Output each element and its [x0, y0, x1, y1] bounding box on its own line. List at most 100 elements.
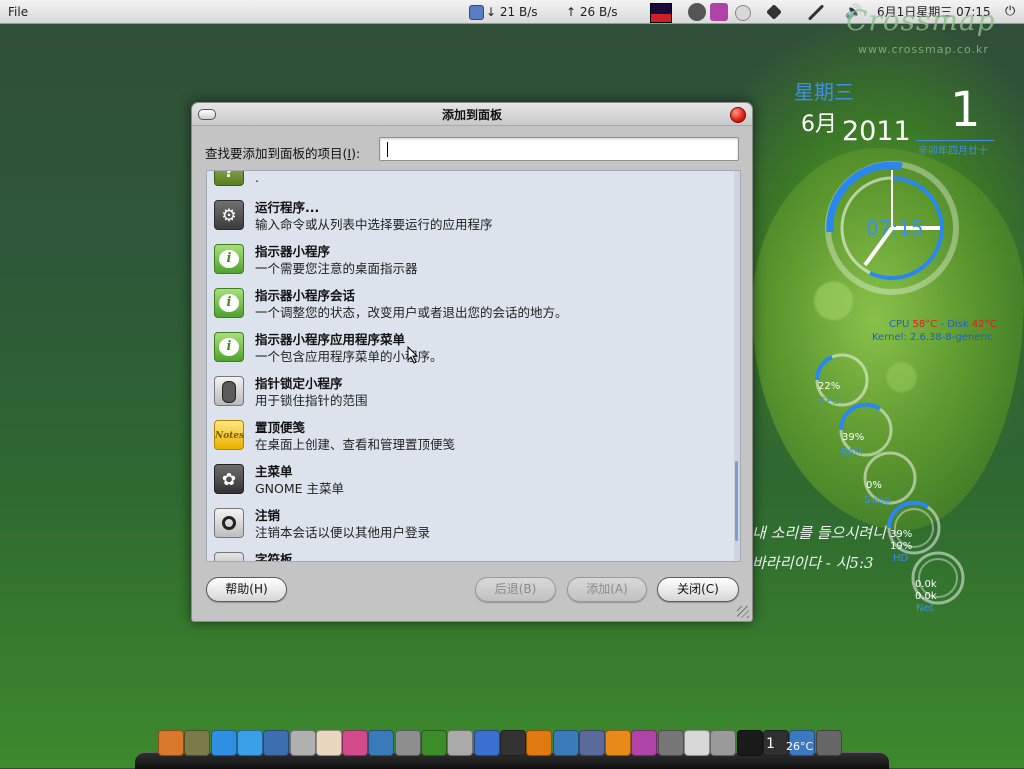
search-input[interactable]	[379, 137, 739, 161]
clock-time: 07:15	[866, 216, 924, 240]
logout-icon	[214, 508, 244, 538]
text-editor-icon[interactable]	[684, 730, 710, 756]
korean-verse-line-1: 내 소리를 들으시려니	[752, 524, 886, 542]
calendar-divider	[916, 140, 994, 141]
vlc-icon[interactable]	[526, 730, 552, 756]
net-down-speed: ↓ 21 B/s	[486, 0, 538, 24]
calculator-icon[interactable]	[395, 730, 421, 756]
dropbox-icon[interactable]	[766, 4, 782, 20]
system-monitor-icon[interactable]	[650, 3, 672, 23]
list-item[interactable]: ⚙ 运行程序... 输入命令或从列表中选择要运行的应用程序	[207, 193, 735, 237]
trash-count: 0	[738, 740, 745, 753]
list-item[interactable]: 指针锁定小程序 用于锁住指针的范围	[207, 369, 735, 413]
calendar-day: 1	[950, 82, 981, 138]
net-up-speed: ↑ 26 B/s	[566, 0, 618, 24]
help-icon[interactable]	[474, 730, 500, 756]
calendar-year: 2011	[842, 116, 911, 147]
net-down-value: 21 B/s	[499, 5, 538, 19]
search-label-text: 查找要添加到面板的项目(	[205, 146, 348, 161]
add-to-panel-dialog: 添加到面板 查找要添加到面板的项目(I): ? . ⚙ 运行程序... 输入命令…	[191, 102, 753, 622]
firefox-icon[interactable]	[158, 730, 184, 756]
messaging-icon[interactable]	[631, 730, 657, 756]
item-desc: GNOME 主菜单	[255, 481, 345, 496]
dialog-titlebar[interactable]: 添加到面板	[192, 103, 752, 126]
clock-icon[interactable]	[735, 5, 751, 21]
item-desc: .	[255, 170, 259, 185]
cpu-meter-pct: 22%	[818, 381, 841, 392]
item-desc: 在桌面上创建、查看和管理置顶便笺	[255, 437, 456, 452]
kernel-version: Kernel: 2.6.38-8-generic	[872, 332, 993, 343]
item-name: 字符板	[255, 552, 293, 562]
close-window-icon[interactable]	[730, 107, 746, 123]
add-button[interactable]: 添加(A)	[567, 577, 647, 602]
net-meter-label: Net	[916, 603, 934, 614]
text-caret	[387, 142, 388, 157]
back-button[interactable]: 后退(B)	[475, 577, 556, 602]
list-item[interactable]: i 指示器小程序应用程序菜单 一个包含应用程序菜单的小程序。	[207, 325, 735, 369]
list-item[interactable]: ✿ 主菜单 GNOME 主菜单	[207, 457, 735, 501]
rss-icon[interactable]	[605, 730, 631, 756]
net-up-value: 26 B/s	[579, 5, 618, 19]
paint-icon[interactable]	[342, 730, 368, 756]
scrollbar-thumb[interactable]	[735, 461, 738, 541]
power-icon[interactable]: ⏻	[1005, 0, 1015, 24]
update-icon[interactable]	[688, 3, 706, 21]
sticky-note-icon: Notes	[214, 420, 244, 450]
brush-icon[interactable]	[807, 4, 825, 21]
monitor-icon[interactable]	[553, 730, 579, 756]
search-label-suffix: ):	[351, 146, 361, 161]
indicator-icon: i	[214, 332, 244, 362]
feather-icon[interactable]	[237, 730, 263, 756]
calendar-weekday: 星期三	[794, 80, 854, 104]
dictionary-icon[interactable]	[263, 730, 289, 756]
network-icon[interactable]	[469, 5, 484, 20]
list-item[interactable]: 注销 注销本会话以便以其他用户登录	[207, 501, 735, 545]
close-button[interactable]: 关闭(C)	[657, 577, 739, 602]
disk-temp-label: Disk	[947, 319, 969, 330]
list-item[interactable]: i 指示器小程序会话 一个调整您的状态，改变用户或者退出您的会话的地方。	[207, 281, 735, 325]
search-label: 查找要添加到面板的项目(I):	[205, 143, 360, 162]
item-desc: 一个调整您的状态，改变用户或者退出您的会话的地方。	[255, 305, 568, 320]
crosshair-icon[interactable]	[290, 730, 316, 756]
help-button[interactable]: 帮助(H)	[206, 577, 287, 602]
calendar-month: 6月	[801, 112, 837, 137]
messaging-icon[interactable]	[710, 3, 728, 21]
ram-meter-pct: 39%	[842, 432, 865, 443]
resize-grip[interactable]	[737, 606, 749, 618]
arrow-up-icon: ↑	[566, 5, 577, 19]
weather-temperature[interactable]: 26°C	[786, 740, 813, 753]
list-item[interactable]: ? .	[207, 170, 735, 193]
arrow-down-icon: ↓	[486, 5, 497, 19]
cube-icon[interactable]	[421, 730, 447, 756]
applet-list[interactable]: ? . ⚙ 运行程序... 输入命令或从列表中选择要运行的应用程序 i 指示器小…	[206, 170, 741, 562]
mouse-icon	[214, 376, 244, 406]
net-meter-pct: 0.0k	[915, 579, 937, 590]
app-icon[interactable]	[579, 730, 605, 756]
list-item[interactable]: Notes 置顶便笺 在桌面上创建、查看和管理置顶便笺	[207, 413, 735, 457]
gnome-foot-icon: ✿	[214, 464, 244, 494]
trash-icon[interactable]	[710, 730, 736, 756]
swap-meter-pct: 0%	[866, 480, 882, 491]
korean-verse-line-2: 바라리이다 - 시5:3	[752, 554, 874, 572]
eyes-icon[interactable]	[316, 730, 342, 756]
item-desc: 一个需要您注意的桌面指示器	[255, 261, 418, 276]
dialog-title: 添加到面板	[441, 108, 502, 122]
net-meter-pct-2: 0.0k	[915, 591, 937, 602]
item-desc: 用于锁住指针的范围	[255, 393, 368, 408]
printer-icon[interactable]	[447, 730, 473, 756]
gnome-icon[interactable]	[658, 730, 684, 756]
speaker-icon[interactable]	[500, 730, 526, 756]
workspace-number[interactable]: 1	[766, 736, 775, 752]
list-item[interactable]: A 字符板	[207, 545, 735, 562]
list-item[interactable]: i 指示器小程序 一个需要您注意的桌面指示器	[207, 237, 735, 281]
list-scrollbar[interactable]	[734, 171, 740, 561]
cpu-temp-label: CPU	[889, 319, 910, 330]
indicator-icon: i	[214, 288, 244, 318]
screenlet-icon[interactable]	[368, 730, 394, 756]
hd-meter-pct: 39%	[890, 529, 913, 540]
settings-icon[interactable]	[184, 730, 210, 756]
temperature-readout: CPU 58°C - Disk 42°C	[889, 319, 997, 330]
file-menu[interactable]: File	[8, 0, 28, 24]
qq-icon[interactable]	[211, 730, 237, 756]
screen-icon[interactable]	[816, 730, 842, 756]
